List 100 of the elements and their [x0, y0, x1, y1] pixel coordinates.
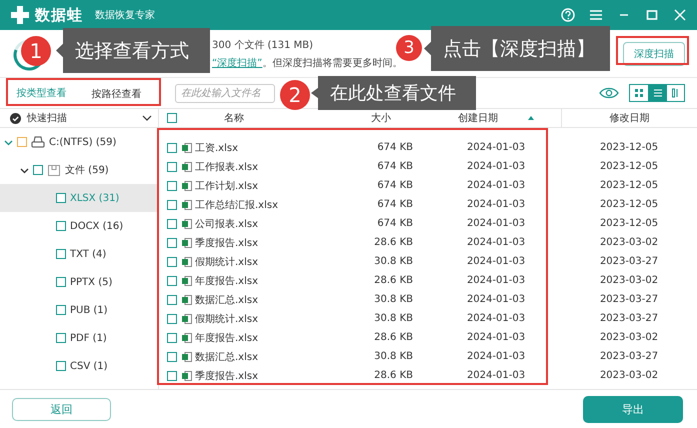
modified-date: 2023-03-27	[598, 351, 660, 362]
spreadsheet-file-icon	[182, 314, 192, 324]
eye-icon[interactable]	[599, 87, 619, 99]
file-name: 工资.xlsx	[195, 142, 238, 154]
view-tab[interactable]: 按路径查看	[90, 80, 144, 106]
spreadsheet-file-icon	[182, 256, 192, 266]
list-view-button[interactable]	[648, 85, 666, 101]
select-all-checkbox[interactable]	[167, 113, 177, 123]
callout: 点击【深度扫描】	[424, 26, 610, 71]
checkbox[interactable]	[56, 333, 66, 343]
modified-date: 2023-03-27	[598, 313, 660, 324]
search-field[interactable]: 在此处输入文件名	[175, 84, 275, 102]
created-date: 2024-01-03	[466, 161, 526, 172]
checkbox[interactable]	[33, 165, 43, 175]
tree-item[interactable]: 文件 (59)	[0, 156, 158, 184]
tree-label: C:(NTFS) (59)	[49, 136, 116, 148]
checkbox[interactable]	[56, 193, 66, 203]
created-date: 2024-01-03	[466, 275, 526, 286]
chevron-down-icon[interactable]	[20, 166, 29, 174]
modified-date: 2023-12-05	[598, 218, 660, 229]
tree-item[interactable]: C:(NTFS) (59)	[0, 128, 158, 156]
checkbox[interactable]	[17, 137, 27, 147]
menu-icon[interactable]	[589, 8, 603, 22]
checkbox[interactable]	[167, 142, 177, 152]
checkbox[interactable]	[167, 218, 177, 228]
file-name: 年度报告.xlsx	[195, 332, 258, 344]
grid-icon	[634, 88, 644, 98]
checkbox[interactable]	[167, 352, 177, 362]
modified-date: 2023-03-02	[598, 275, 660, 286]
scan-summary: 300 个文件 (131 MB)	[212, 38, 314, 52]
file-name: 工作总结汇报.xlsx	[195, 198, 278, 212]
tree-item[interactable]: CSV (1)	[0, 352, 158, 380]
checkbox[interactable]	[167, 370, 177, 380]
checkbox[interactable]	[56, 249, 66, 259]
column-header[interactable]: 大小	[371, 111, 391, 125]
file-name: 工作报表.xlsx	[195, 160, 258, 174]
spreadsheet-file-icon	[182, 276, 192, 286]
checkbox[interactable]	[56, 361, 66, 371]
checkbox[interactable]	[56, 277, 66, 287]
modified-date: 2023-12-05	[598, 199, 660, 210]
maximize-icon[interactable]	[645, 8, 659, 22]
file-name: 季度报告.xlsx	[195, 236, 258, 250]
deep-scan-button[interactable]: 深度扫描	[623, 42, 685, 66]
file-size: 674 KB	[376, 161, 414, 172]
created-date: 2024-01-03	[466, 294, 526, 305]
help-icon[interactable]	[561, 8, 575, 22]
file-size: 674 KB	[376, 142, 414, 153]
file-size: 674 KB	[376, 218, 414, 229]
checkbox[interactable]	[167, 314, 177, 324]
modified-date: 2023-12-05	[598, 161, 660, 172]
list-icon	[652, 88, 662, 98]
created-date: 2024-01-03	[466, 313, 526, 324]
spreadsheet-file-icon	[182, 238, 192, 248]
file-size: 30.8 KB	[373, 256, 414, 267]
column-header[interactable]: 创建日期	[458, 111, 534, 125]
spreadsheet-file-icon	[182, 294, 192, 304]
checkbox[interactable]	[167, 294, 177, 304]
tree-item[interactable]: DOCX (16)	[0, 212, 158, 240]
deep-scan-link[interactable]: “深度扫描”	[212, 58, 262, 68]
back-button[interactable]: 返回	[12, 398, 111, 420]
tree-label: PUB (1)	[70, 304, 108, 316]
tree-item[interactable]: PPTX (5)	[0, 268, 158, 296]
tree-item[interactable]: PUB (1)	[0, 296, 158, 324]
created-date: 2024-01-03	[466, 332, 526, 343]
app-name: 数据蛙	[35, 6, 83, 24]
tree-label: TXT (4)	[70, 248, 106, 260]
tree-label: CSV (1)	[70, 360, 108, 372]
file-size: 28.6 KB	[373, 332, 414, 343]
checkbox[interactable]	[56, 305, 66, 315]
checkbox[interactable]	[167, 256, 177, 266]
close-icon[interactable]	[673, 8, 687, 22]
tree-item[interactable]: TXT (4)	[0, 240, 158, 268]
file-name: 假期统计.xlsx	[195, 256, 258, 268]
created-date: 2024-01-03	[466, 256, 526, 267]
checkbox[interactable]	[167, 332, 177, 342]
created-date: 2024-01-03	[466, 180, 526, 191]
modified-date: 2023-03-02	[598, 370, 660, 381]
view-tab[interactable]: 按类型查看	[14, 80, 68, 106]
checkbox[interactable]	[167, 200, 177, 210]
checkbox[interactable]	[167, 276, 177, 286]
checkbox[interactable]	[167, 180, 177, 190]
file-size: 28.6 KB	[373, 237, 414, 248]
tree-item[interactable]: PDF (1)	[0, 324, 158, 352]
spreadsheet-file-icon	[182, 180, 192, 190]
scan-mode-label: 快速扫描	[27, 112, 68, 125]
file-name: 季度报告.xlsx	[195, 370, 258, 382]
file-name: 工作计划.xlsx	[195, 180, 258, 192]
column-header[interactable]: 修改日期	[610, 111, 650, 125]
folder-icon	[47, 164, 61, 176]
column-header[interactable]: 名称	[224, 111, 244, 125]
step-number: 3	[396, 35, 422, 61]
modified-date: 2023-03-27	[598, 256, 660, 267]
checkbox[interactable]	[167, 162, 177, 172]
callout: 在此处查看文件	[311, 76, 476, 110]
checkbox[interactable]	[167, 238, 177, 248]
checkbox[interactable]	[56, 221, 66, 231]
spreadsheet-file-icon	[182, 200, 192, 210]
spreadsheet-file-icon	[182, 218, 192, 228]
modified-date: 2023-03-27	[598, 294, 660, 305]
modified-date: 2023-03-02	[598, 237, 660, 248]
